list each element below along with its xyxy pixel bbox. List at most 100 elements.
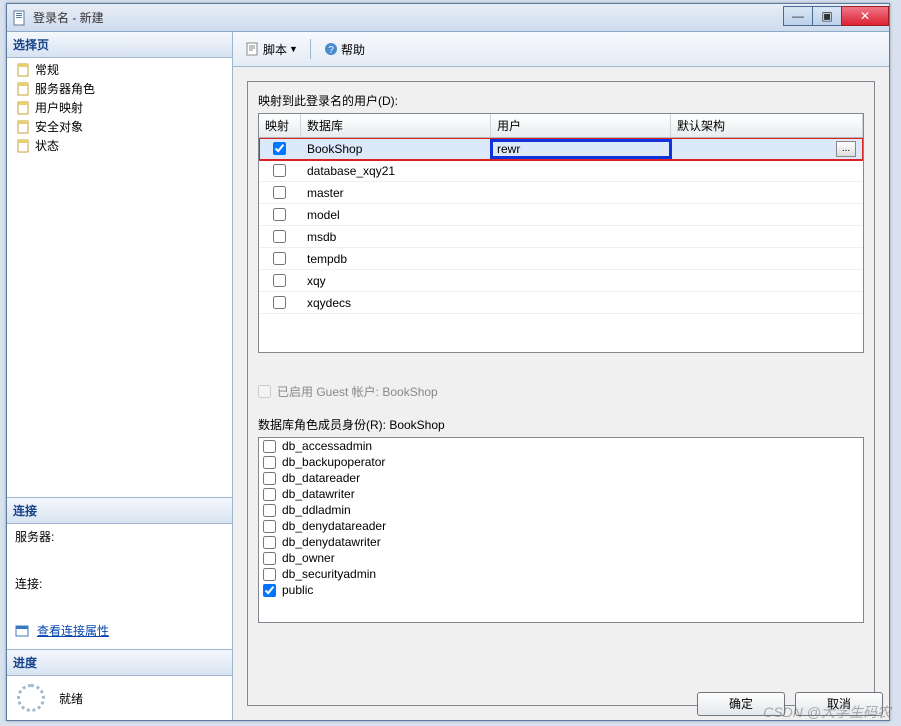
role-checkbox[interactable]: [263, 472, 276, 485]
toolbar: 脚本 ▼ ? 帮助: [233, 32, 889, 67]
table-row[interactable]: master: [259, 182, 863, 204]
db-cell[interactable]: master: [301, 184, 491, 202]
maximize-button[interactable]: ▣: [812, 6, 842, 26]
table-row[interactable]: xqy: [259, 270, 863, 292]
view-connection-props-link[interactable]: 查看连接属性: [37, 622, 109, 639]
user-cell[interactable]: [491, 213, 671, 217]
table-row[interactable]: model: [259, 204, 863, 226]
sidebar-item-0[interactable]: 常规: [7, 60, 232, 79]
db-cell[interactable]: database_xqy21: [301, 162, 491, 180]
connection-header: 连接: [7, 498, 232, 524]
table-row[interactable]: xqydecs: [259, 292, 863, 314]
map-checkbox[interactable]: [273, 230, 286, 243]
connection-label: 连接:: [7, 571, 232, 596]
progress-status: 就绪: [59, 690, 83, 707]
user-cell[interactable]: [491, 301, 671, 305]
table-row[interactable]: tempdb: [259, 248, 863, 270]
title-bar[interactable]: 登录名 - 新建 — ▣ ✕: [7, 4, 889, 32]
map-checkbox[interactable]: [273, 274, 286, 287]
sidebar-item-1[interactable]: 服务器角色: [7, 79, 232, 98]
grid-header: 映射 数据库 用户 默认架构: [259, 114, 863, 138]
page-icon: [17, 101, 31, 115]
role-checkbox[interactable]: [263, 488, 276, 501]
col-map[interactable]: 映射: [259, 114, 301, 137]
help-icon: ?: [323, 41, 339, 57]
db-cell[interactable]: tempdb: [301, 250, 491, 268]
sidebar-item-3[interactable]: 安全对象: [7, 117, 232, 136]
db-cell[interactable]: model: [301, 206, 491, 224]
page-icon: [17, 120, 31, 134]
close-button[interactable]: ✕: [841, 6, 889, 26]
col-database[interactable]: 数据库: [301, 114, 491, 137]
window-title: 登录名 - 新建: [33, 9, 784, 26]
schema-cell[interactable]: [671, 169, 863, 173]
role-item[interactable]: public: [259, 582, 863, 598]
sidebar-item-2[interactable]: 用户映射: [7, 98, 232, 117]
db-cell[interactable]: xqy: [301, 272, 491, 290]
role-checkbox[interactable]: [263, 568, 276, 581]
user-cell[interactable]: rewr: [491, 140, 671, 158]
map-checkbox[interactable]: [273, 296, 286, 309]
role-checkbox[interactable]: [263, 552, 276, 565]
script-button[interactable]: 脚本 ▼: [241, 39, 302, 60]
table-row[interactable]: BookShoprewr...: [259, 138, 863, 160]
map-checkbox[interactable]: [273, 186, 286, 199]
map-checkbox[interactable]: [273, 142, 286, 155]
page-icon: [17, 139, 31, 153]
sidebar-item-4[interactable]: 状态: [7, 136, 232, 155]
schema-cell[interactable]: [671, 235, 863, 239]
schema-cell[interactable]: [671, 213, 863, 217]
guest-checkbox: [258, 385, 271, 398]
table-row[interactable]: msdb: [259, 226, 863, 248]
schema-cell[interactable]: [671, 191, 863, 195]
schema-cell[interactable]: [671, 279, 863, 283]
user-cell[interactable]: [491, 169, 671, 173]
sidebar: 选择页 常规服务器角色用户映射安全对象状态 连接 服务器: 连接: 查看连接属性…: [7, 32, 233, 720]
browse-schema-button[interactable]: ...: [836, 141, 856, 157]
cancel-button[interactable]: 取消: [795, 692, 883, 716]
user-cell[interactable]: [491, 191, 671, 195]
user-cell[interactable]: [491, 235, 671, 239]
role-checkbox[interactable]: [263, 536, 276, 549]
mapping-grid[interactable]: 映射 数据库 用户 默认架构 BookShoprewr... database_x…: [258, 113, 864, 353]
col-user[interactable]: 用户: [491, 114, 671, 137]
roles-label: 数据库角色成员身份(R): BookShop: [258, 416, 864, 433]
nav-list: 常规服务器角色用户映射安全对象状态: [7, 58, 232, 157]
map-checkbox[interactable]: [273, 164, 286, 177]
mapping-label: 映射到此登录名的用户(D):: [258, 92, 864, 109]
user-cell[interactable]: [491, 257, 671, 261]
role-item[interactable]: db_accessadmin: [259, 438, 863, 454]
role-item[interactable]: db_owner: [259, 550, 863, 566]
guest-label: 已启用 Guest 帐户: BookShop: [277, 383, 438, 400]
col-schema[interactable]: 默认架构: [671, 114, 863, 137]
help-button[interactable]: ? 帮助: [319, 39, 369, 60]
role-checkbox[interactable]: [263, 456, 276, 469]
ok-button[interactable]: 确定: [697, 692, 785, 716]
map-checkbox[interactable]: [273, 252, 286, 265]
roles-list[interactable]: db_accessadmindb_backupoperatordb_datare…: [258, 437, 864, 623]
map-checkbox[interactable]: [273, 208, 286, 221]
role-checkbox[interactable]: [263, 520, 276, 533]
db-cell[interactable]: BookShop: [301, 140, 491, 158]
schema-cell[interactable]: [671, 257, 863, 261]
role-item[interactable]: db_securityadmin: [259, 566, 863, 582]
role-item[interactable]: db_denydatareader: [259, 518, 863, 534]
role-checkbox[interactable]: [263, 440, 276, 453]
app-icon: [12, 10, 28, 26]
schema-cell[interactable]: ...: [671, 139, 863, 159]
script-icon: [245, 41, 261, 57]
role-item[interactable]: db_datawriter: [259, 486, 863, 502]
db-cell[interactable]: msdb: [301, 228, 491, 246]
role-checkbox[interactable]: [263, 504, 276, 517]
minimize-button[interactable]: —: [783, 6, 813, 26]
table-row[interactable]: database_xqy21: [259, 160, 863, 182]
user-cell[interactable]: [491, 279, 671, 283]
role-item[interactable]: db_datareader: [259, 470, 863, 486]
schema-cell[interactable]: [671, 301, 863, 305]
svg-text:?: ?: [328, 45, 334, 56]
role-item[interactable]: db_ddladmin: [259, 502, 863, 518]
role-item[interactable]: db_backupoperator: [259, 454, 863, 470]
db-cell[interactable]: xqydecs: [301, 294, 491, 312]
role-item[interactable]: db_denydatawriter: [259, 534, 863, 550]
role-checkbox[interactable]: [263, 584, 276, 597]
